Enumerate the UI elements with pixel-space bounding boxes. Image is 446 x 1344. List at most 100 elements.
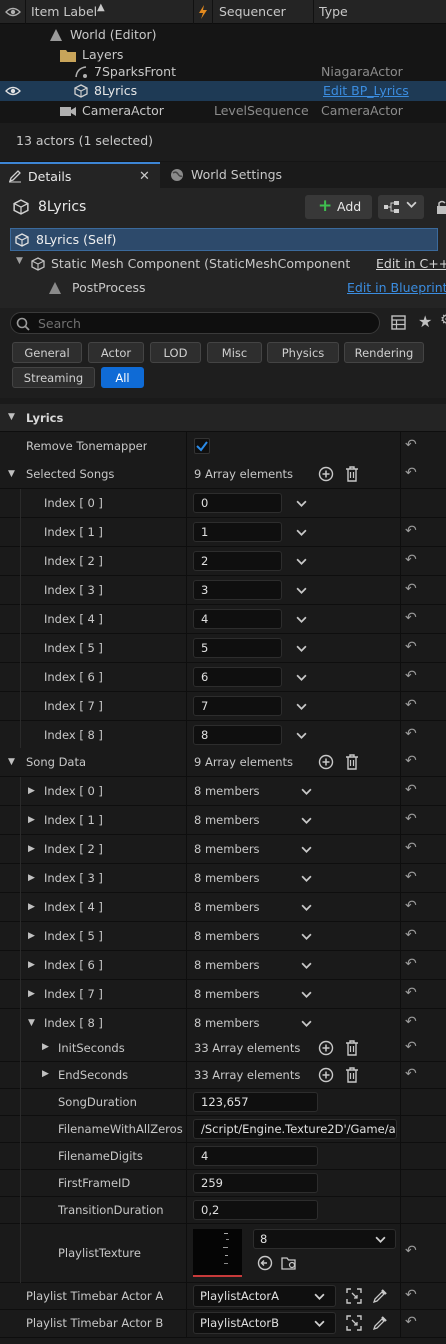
actor-name[interactable]: 8Lyrics xyxy=(38,199,86,215)
reset-to-default-icon[interactable]: ↶ xyxy=(405,1314,417,1330)
edit-in-cpp-link[interactable]: Edit in C++ xyxy=(376,256,446,271)
chevron-down-icon[interactable] xyxy=(296,672,307,686)
reset-to-default-icon[interactable]: ↶ xyxy=(405,898,417,914)
filter-streaming[interactable]: Streaming xyxy=(12,367,95,388)
song-index-dropdown[interactable]: 3 xyxy=(193,580,282,600)
reset-to-default-icon[interactable]: ↶ xyxy=(405,726,417,742)
edit-blueprint-link[interactable]: Edit BP_Lyrics xyxy=(323,81,409,101)
chevron-down-icon[interactable] xyxy=(301,1018,312,1032)
table-view-icon[interactable] xyxy=(391,315,406,330)
component-row-postprocess[interactable]: PostProcess Edit in Blueprint xyxy=(10,277,446,299)
column-item-label[interactable]: Item Label xyxy=(31,0,97,24)
song-index-dropdown[interactable]: 6 xyxy=(193,667,282,687)
filter-physics[interactable]: Physics xyxy=(267,342,339,363)
reset-to-default-icon[interactable]: ↶ xyxy=(405,811,417,827)
filter-general[interactable]: General xyxy=(12,342,82,363)
reset-to-default-icon[interactable]: ↶ xyxy=(405,465,417,481)
browse-asset-icon[interactable] xyxy=(281,1255,298,1271)
reset-to-default-icon[interactable]: ↶ xyxy=(405,668,417,684)
tab-details[interactable]: Details ✕ xyxy=(0,162,160,188)
component-row-self[interactable]: 8Lyrics (Self) xyxy=(10,228,438,251)
search-input[interactable]: Search xyxy=(10,312,380,334)
lightning-icon[interactable] xyxy=(198,5,208,19)
chevron-down-icon[interactable] xyxy=(296,614,307,628)
chevron-down-icon[interactable] xyxy=(301,902,312,916)
reset-to-default-icon[interactable]: ↶ xyxy=(405,782,417,798)
song-duration-input[interactable]: 123,657 xyxy=(193,1092,318,1112)
favorite-star-icon[interactable]: ★ xyxy=(418,312,432,331)
song-index-dropdown[interactable]: 4 xyxy=(193,609,282,629)
tab-world-settings[interactable]: World Settings xyxy=(162,162,312,188)
trash-icon[interactable] xyxy=(345,1067,359,1083)
filename-input[interactable]: /Script/Engine.Texture2D'/Game/as xyxy=(193,1119,397,1139)
chevron-down-icon[interactable] xyxy=(296,701,307,715)
song-index-dropdown[interactable]: 1 xyxy=(193,522,282,542)
timebar-b-picker[interactable]: PlaylistActorB xyxy=(193,1312,336,1334)
chevron-down-icon[interactable] xyxy=(301,844,312,858)
collapse-arrow-icon[interactable]: ▼ xyxy=(28,1018,35,1028)
category-lyrics[interactable]: ▼ Lyrics xyxy=(0,404,446,432)
add-element-icon[interactable] xyxy=(318,466,334,482)
chevron-down-icon[interactable] xyxy=(301,960,312,974)
reset-to-default-icon[interactable]: ↶ xyxy=(405,985,417,1001)
add-element-icon[interactable] xyxy=(318,1067,334,1083)
reset-to-default-icon[interactable]: ↶ xyxy=(405,1066,417,1082)
expand-arrow-icon[interactable]: ▶ xyxy=(28,960,35,970)
filter-misc[interactable]: Misc xyxy=(207,342,262,363)
filter-actor[interactable]: Actor xyxy=(88,342,144,363)
expand-arrow-icon[interactable]: ▶ xyxy=(28,873,35,883)
use-selected-asset-icon[interactable] xyxy=(257,1255,273,1271)
song-index-dropdown[interactable]: 8 xyxy=(193,725,282,745)
add-element-icon[interactable] xyxy=(318,754,334,770)
reset-to-default-icon[interactable]: ↶ xyxy=(405,437,417,453)
filter-all[interactable]: All xyxy=(101,367,144,388)
lock-icon[interactable] xyxy=(436,200,446,214)
chevron-down-icon[interactable] xyxy=(301,815,312,829)
expand-arrow-icon[interactable]: ▶ xyxy=(28,844,35,854)
select-actor-icon[interactable] xyxy=(346,1288,362,1304)
chevron-down-icon[interactable] xyxy=(296,730,307,744)
expand-arrow-icon[interactable]: ▶ xyxy=(28,931,35,941)
add-component-button[interactable]: + Add xyxy=(305,195,372,219)
expand-arrow-icon[interactable]: ▼ xyxy=(16,256,23,266)
component-row-static-mesh[interactable]: ▼ Static Mesh Component (StaticMeshCompo… xyxy=(10,253,446,275)
song-index-dropdown[interactable]: 5 xyxy=(193,638,282,658)
chevron-down-icon[interactable] xyxy=(296,643,307,657)
remove-tonemapper-checkbox[interactable] xyxy=(194,438,210,454)
eye-icon[interactable] xyxy=(5,84,21,98)
outliner-row-7sparksfront[interactable]: 7SparksFront NiagaraActor xyxy=(0,62,446,82)
column-type[interactable]: Type xyxy=(319,0,348,24)
first-frame-id-input[interactable]: 259 xyxy=(193,1173,318,1193)
expand-arrow-icon[interactable]: ▶ xyxy=(28,989,35,999)
reset-to-default-icon[interactable]: ↶ xyxy=(405,956,417,972)
reset-to-default-icon[interactable]: ↶ xyxy=(405,927,417,943)
select-actor-icon[interactable] xyxy=(346,1315,362,1331)
reset-to-default-icon[interactable]: ↶ xyxy=(405,1014,417,1030)
column-sequencer[interactable]: Sequencer xyxy=(219,0,286,24)
expand-arrow-icon[interactable]: ▶ xyxy=(42,1042,49,1052)
expand-arrow-icon[interactable]: ▶ xyxy=(28,815,35,825)
collapse-arrow-icon[interactable]: ▼ xyxy=(8,469,15,479)
song-index-dropdown[interactable]: 7 xyxy=(193,696,282,716)
sort-ascending-icon[interactable]: ▲ xyxy=(97,2,105,13)
reset-to-default-icon[interactable]: ↶ xyxy=(405,869,417,885)
texture-asset-picker[interactable]: 8 xyxy=(253,1229,396,1249)
reset-to-default-icon[interactable]: ↶ xyxy=(405,552,417,568)
eyedropper-icon[interactable] xyxy=(372,1315,388,1331)
song-index-dropdown[interactable]: 0 xyxy=(193,493,282,513)
chevron-down-icon[interactable] xyxy=(301,873,312,887)
collapse-arrow-icon[interactable]: ▼ xyxy=(8,757,15,767)
filename-digits-input[interactable]: 4 xyxy=(193,1146,318,1166)
chevron-down-icon[interactable] xyxy=(296,556,307,570)
reset-to-default-icon[interactable]: ↶ xyxy=(405,1243,417,1259)
reset-to-default-icon[interactable]: ↶ xyxy=(405,753,417,769)
settings-icon[interactable]: ⚙ xyxy=(440,312,446,328)
texture-thumbnail[interactable] xyxy=(193,1229,242,1277)
reset-to-default-icon[interactable]: ↶ xyxy=(405,581,417,597)
trash-icon[interactable] xyxy=(345,466,359,482)
trash-icon[interactable] xyxy=(345,754,359,770)
blueprint-options-button[interactable] xyxy=(378,195,424,219)
chevron-down-icon[interactable] xyxy=(301,786,312,800)
trash-icon[interactable] xyxy=(345,1040,359,1056)
edit-in-blueprint-link[interactable]: Edit in Blueprint xyxy=(347,280,446,295)
